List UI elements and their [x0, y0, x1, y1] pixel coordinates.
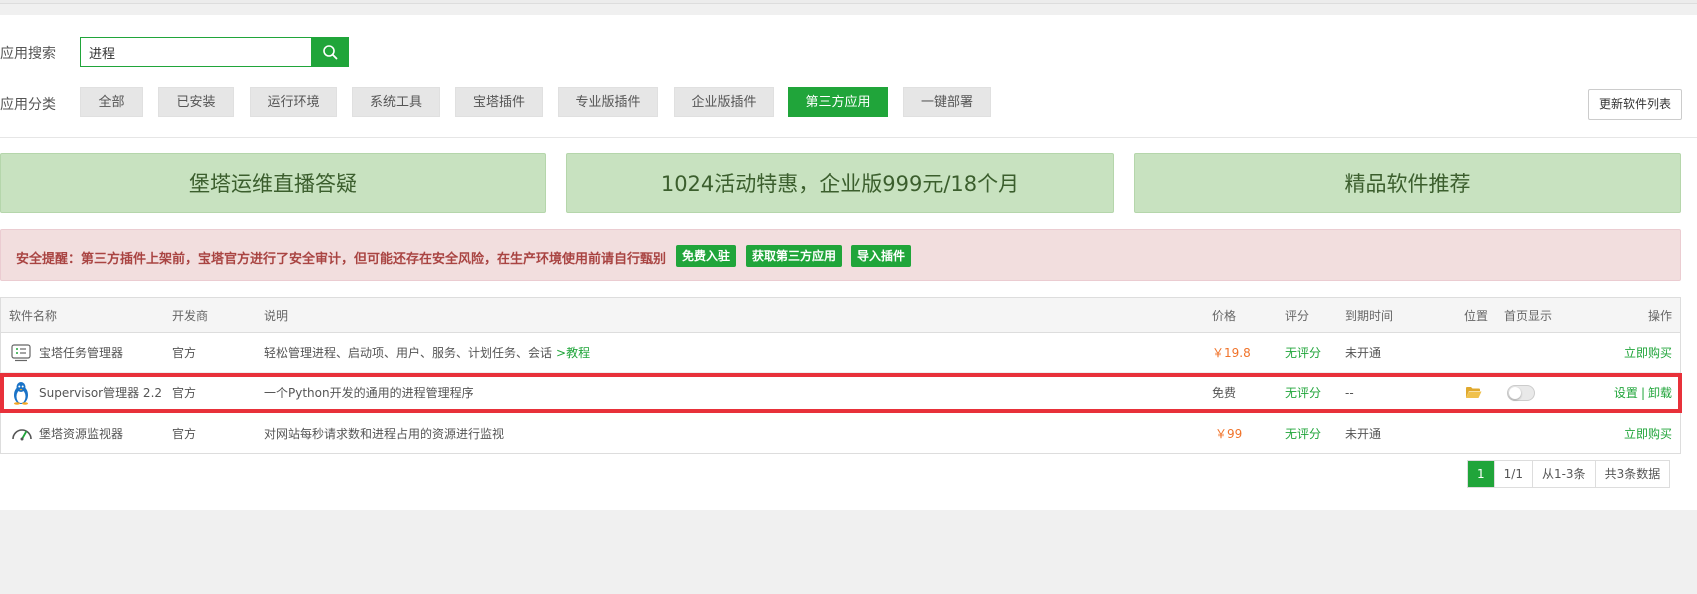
security-alert-text: 安全提醒：第三方插件上架前，宝塔官方进行了安全审计，但可能还存在安全风险，在生产…	[16, 252, 667, 267]
developer: 官方	[172, 386, 197, 400]
header-actions: 操作	[1647, 308, 1672, 323]
search-label: 应用搜索	[0, 46, 56, 62]
software-name: 宝塔任务管理器	[39, 346, 124, 360]
price: ￥19.8	[1212, 346, 1251, 360]
header-name: 软件名称	[9, 308, 58, 323]
tutorial-link[interactable]: >教程	[556, 344, 590, 361]
security-alert: 安全提醒：第三方插件上架前，宝塔官方进行了安全审计，但可能还存在安全风险，在生产…	[0, 229, 1681, 281]
update-software-list-button[interactable]: 更新软件列表	[1588, 89, 1682, 120]
software-table: 软件名称 开发商 说明 价格 评分 到期时间 位置 首页显示 操作 宝塔任务管理…	[0, 297, 1681, 454]
category-system-tools[interactable]: 系统工具	[352, 87, 440, 117]
price: 免费	[1212, 386, 1237, 400]
category-third-party[interactable]: 第三方应用	[788, 87, 888, 117]
settings-link[interactable]: 设置	[1614, 384, 1638, 401]
banner-promotion[interactable]: 1024活动特惠，企业版999元/18个月	[566, 153, 1114, 213]
uninstall-link[interactable]: 卸载	[1648, 384, 1672, 401]
header-expiry: 到期时间	[1345, 308, 1394, 323]
divider	[0, 137, 1697, 138]
pagination: 1 1/1 从1-3条 共3条数据	[1467, 460, 1671, 488]
gauge-icon	[11, 413, 33, 453]
search-input[interactable]	[80, 37, 312, 67]
rating: 无评分	[1285, 346, 1322, 360]
table-row: 堡塔资源监视器 官方 对网站每秒请求数和进程占用的资源进行监视 ￥99 无评分 …	[1, 413, 1680, 453]
actions: 设置 | 卸载	[1614, 373, 1672, 412]
get-third-party-button[interactable]: 获取第三方应用	[746, 245, 843, 267]
toggle-switch[interactable]	[1507, 384, 1535, 401]
category-pro-plugins[interactable]: 专业版插件	[558, 87, 658, 117]
homepage-toggle[interactable]	[1507, 373, 1535, 412]
description: 对网站每秒请求数和进程占用的资源进行监视	[264, 426, 505, 441]
free-join-button[interactable]: 免费入驻	[676, 245, 737, 267]
developer: 官方	[172, 346, 197, 360]
buy-now-link[interactable]: 立即购买	[1624, 333, 1672, 372]
page-current[interactable]: 1	[1468, 461, 1495, 487]
table-row: 宝塔任务管理器 官方 轻松管理进程、启动项、用户、服务、计划任务、会话 >教程 …	[1, 333, 1680, 373]
action-separator: |	[1640, 385, 1645, 400]
expiry: --	[1345, 385, 1354, 400]
top-strip	[0, 0, 1697, 4]
import-plugin-button[interactable]: 导入插件	[851, 245, 912, 267]
search-icon	[323, 45, 338, 60]
search-button[interactable]	[311, 37, 349, 67]
developer: 官方	[172, 426, 197, 441]
task-manager-icon	[11, 333, 31, 372]
category-label: 应用分类	[0, 97, 56, 113]
description: 一个Python开发的通用的进程管理程序	[264, 386, 474, 400]
header-rating: 评分	[1285, 308, 1310, 323]
category-bt-plugins[interactable]: 宝塔插件	[455, 87, 543, 117]
rating: 无评分	[1285, 426, 1322, 441]
folder-icon[interactable]	[1465, 373, 1482, 412]
category-one-click-deploy[interactable]: 一键部署	[903, 87, 991, 117]
expiry: 未开通	[1345, 346, 1382, 360]
page-total: 共3条数据	[1595, 461, 1670, 487]
header-homepage-display: 首页显示	[1504, 308, 1553, 323]
software-name: 堡塔资源监视器	[39, 426, 124, 441]
category-all[interactable]: 全部	[80, 87, 143, 117]
category-runtime[interactable]: 运行环境	[250, 87, 337, 117]
buy-now-link[interactable]: 立即购买	[1624, 413, 1672, 453]
category-enterprise-plugins[interactable]: 企业版插件	[674, 87, 774, 117]
header-location: 位置	[1464, 308, 1489, 323]
banner-recommended[interactable]: 精品软件推荐	[1134, 153, 1681, 213]
expiry: 未开通	[1345, 426, 1382, 441]
rating: 无评分	[1285, 386, 1322, 400]
price: ￥99	[1215, 426, 1243, 441]
banner-live-qa[interactable]: 堡塔运维直播答疑	[0, 153, 546, 213]
header-developer: 开发商	[172, 308, 209, 323]
header-description: 说明	[264, 308, 289, 323]
page-count: 1/1	[1494, 461, 1533, 487]
description-text: 轻松管理进程、启动项、用户、服务、计划任务、会话	[264, 346, 553, 360]
category-installed[interactable]: 已安装	[158, 87, 234, 117]
table-header: 软件名称 开发商 说明 价格 评分 到期时间 位置 首页显示 操作	[1, 298, 1680, 333]
page-range: 从1-3条	[1532, 461, 1596, 487]
table-row: Supervisor管理器 2.2 官方 一个Python开发的通用的进程管理程…	[1, 373, 1680, 413]
linux-penguin-icon	[11, 373, 31, 412]
software-name: Supervisor管理器 2.2	[39, 386, 163, 400]
description: 轻松管理进程、启动项、用户、服务、计划任务、会话 >教程	[264, 333, 590, 372]
header-price: 价格	[1212, 308, 1237, 323]
